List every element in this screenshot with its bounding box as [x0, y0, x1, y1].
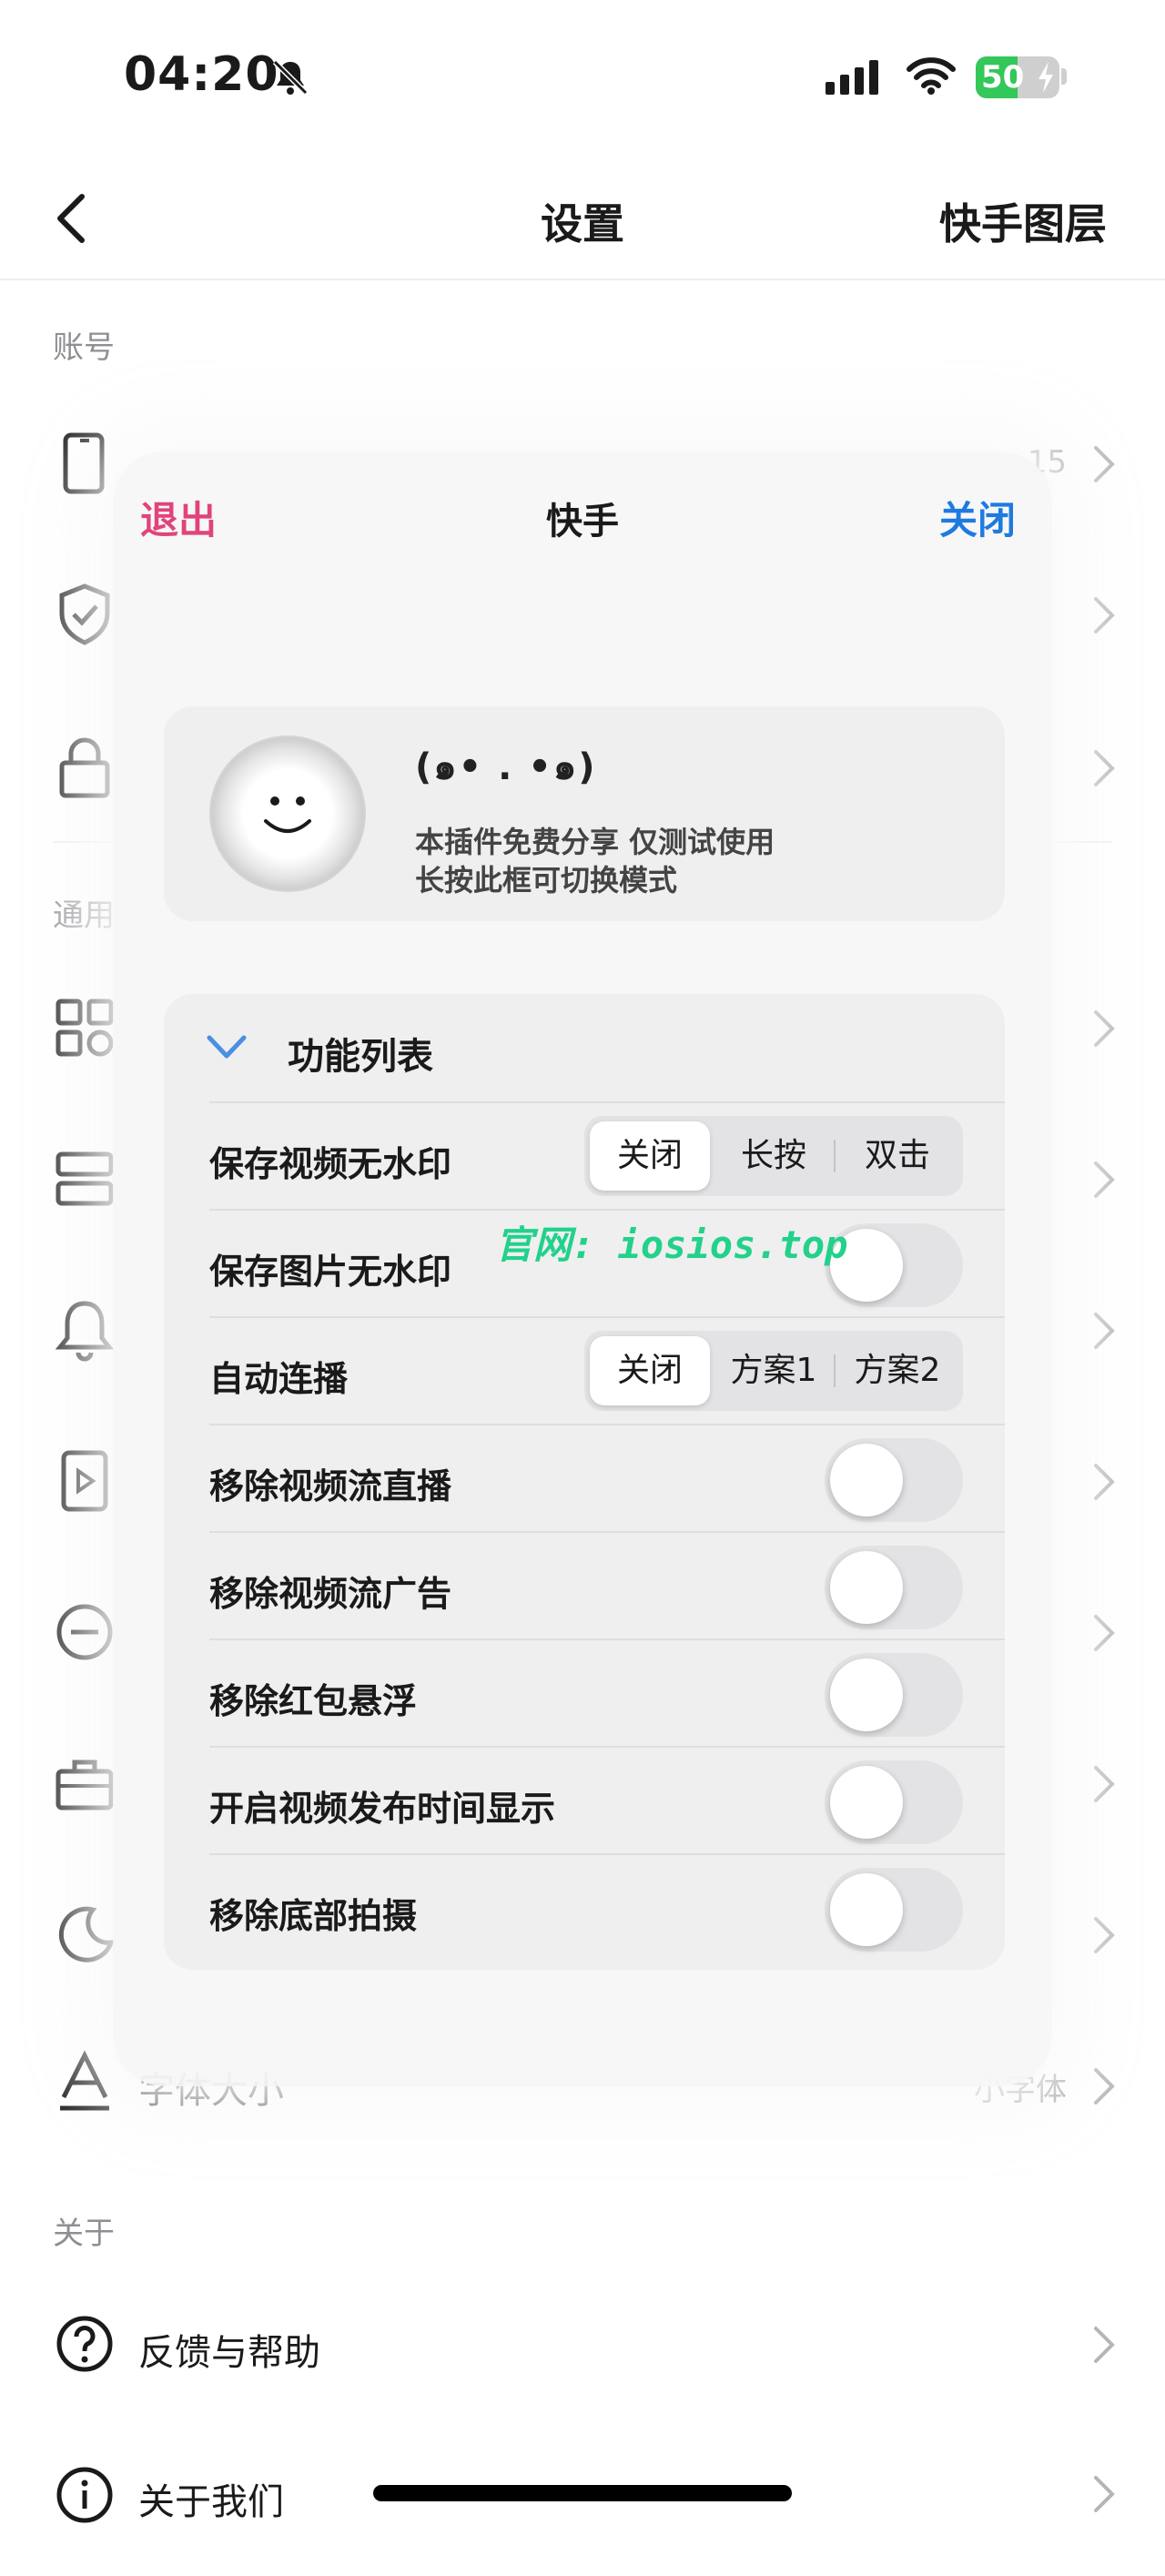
segment-separator [834, 1354, 836, 1387]
close-button[interactable]: 关闭 [939, 490, 1016, 545]
bell-icon [55, 1301, 115, 1362]
chevron-right-icon [1094, 2068, 1115, 2104]
remove-ads-toggle[interactable] [825, 1546, 963, 1629]
chevron-right-icon [1094, 2327, 1115, 2363]
feature-label: 移除视频流广告 [209, 1574, 452, 1614]
settings-row-about-us[interactable]: 关于我们 [0, 2430, 1165, 2576]
moon-icon [58, 1906, 115, 1962]
segment-separator [834, 1140, 836, 1172]
status-bar: 04:20 50 [0, 0, 1165, 155]
battery-icon: 50 [976, 56, 1059, 98]
chevron-right-icon [1094, 1010, 1115, 1047]
show-publish-time-toggle[interactable] [825, 1760, 963, 1844]
chevron-right-icon [1094, 1313, 1115, 1349]
grid-apps-icon [56, 999, 114, 1057]
segment-option[interactable]: 方案2 [837, 1336, 957, 1405]
feature-list-title: 功能列表 [288, 1036, 433, 1078]
toggle-knob [830, 1766, 903, 1839]
chevron-right-icon [1094, 1766, 1115, 1802]
segment-option[interactable]: 方案1 [714, 1336, 834, 1405]
lock-icon [59, 737, 110, 798]
nav-bar: 设置 快手图层 [0, 155, 1165, 280]
plugin-info-card[interactable]: (๑• . •๑) 本插件免费分享 仅测试使用 长按此框可切换模式 [164, 706, 1005, 921]
panel-title: 快手 [546, 501, 619, 543]
info-text-line2: 长按此框可切换模式 [415, 863, 678, 898]
remove-bottom-shoot-toggle[interactable] [825, 1868, 963, 1952]
feature-row-remove-live: 移除视频流直播 [209, 1424, 1005, 1533]
section-header-general: 通用 [53, 898, 115, 934]
feature-row-save-video: 保存视频无水印 关闭 长按 双击 [209, 1101, 1005, 1211]
kaomoji-text: (๑• . •๑) [415, 746, 597, 788]
feature-label: 自动连播 [209, 1359, 349, 1399]
briefcase-icon [56, 1760, 114, 1810]
toggle-knob [830, 1444, 903, 1516]
feature-list-header[interactable]: 功能列表 [164, 994, 1005, 1101]
chevron-right-icon [1094, 1615, 1115, 1651]
nav-right-label[interactable]: 快手图层 [939, 191, 1107, 251]
chevron-right-icon [1094, 446, 1115, 482]
section-header-about: 关于 [53, 2216, 115, 2252]
layout-rows-icon [56, 1151, 114, 1206]
status-time: 04:20 [124, 47, 279, 102]
feedback-label: 反馈与帮助 [138, 2332, 320, 2374]
phone-icon [63, 432, 105, 494]
toggle-knob [830, 1551, 903, 1624]
battery-tip [1061, 68, 1067, 85]
segment-option[interactable]: 长按 [714, 1121, 834, 1191]
remove-live-toggle[interactable] [825, 1438, 963, 1522]
feature-list-card: 功能列表 保存视频无水印 关闭 长按 双击 保存图片无水印 自动连播 关闭 方案… [164, 994, 1005, 1970]
font-size-icon [60, 2050, 109, 2111]
home-indicator [373, 2485, 792, 2501]
autoplay-mode-segmented: 关闭 方案1 方案2 [584, 1331, 963, 1411]
video-file-icon [61, 1450, 108, 1512]
save-video-mode-segmented: 关闭 长按 双击 [584, 1116, 963, 1196]
chevron-right-icon [1094, 1464, 1115, 1500]
info-text-line1: 本插件免费分享 仅测试使用 [415, 825, 775, 859]
segment-option[interactable]: 关闭 [590, 1121, 710, 1191]
smiley-face-icon [264, 796, 311, 833]
toggle-knob [830, 1873, 903, 1946]
feature-row-show-publish-time: 开启视频发布时间显示 [209, 1746, 1005, 1855]
feature-row-autoplay: 自动连播 关闭 方案1 方案2 [209, 1316, 1005, 1425]
feature-row-remove-redpacket: 移除红包悬浮 [209, 1638, 1005, 1748]
section-header-account: 账号 [53, 330, 115, 366]
about-us-label: 关于我们 [138, 2481, 284, 2523]
feature-row-remove-ads: 移除视频流广告 [209, 1531, 1005, 1640]
info-circle-icon [56, 2467, 113, 2523]
feature-label: 移除底部拍摄 [209, 1896, 418, 1936]
battery-percent: 50 [981, 59, 1025, 96]
feature-label: 保存图片无水印 [209, 1252, 452, 1292]
segment-option[interactable]: 关闭 [590, 1336, 710, 1405]
wifi-icon [907, 57, 956, 95]
shield-check-icon [59, 583, 110, 645]
minus-circle-icon [56, 1604, 113, 1660]
chevron-down-icon [207, 1035, 247, 1059]
chevron-right-icon [1094, 1917, 1115, 1953]
cellular-signal-icon [826, 60, 878, 95]
site-watermark: 官网: iosios.top [495, 1222, 848, 1267]
charging-bolt-icon [1038, 62, 1053, 93]
toggle-knob [830, 1658, 903, 1731]
chevron-right-icon [1094, 597, 1115, 634]
remove-redpacket-toggle[interactable] [825, 1653, 963, 1737]
feature-label: 移除红包悬浮 [209, 1681, 418, 1721]
chevron-right-icon [1094, 1161, 1115, 1198]
chevron-right-icon [1094, 750, 1115, 786]
feature-label: 保存视频无水印 [209, 1144, 452, 1184]
feature-row-remove-bottom-shoot: 移除底部拍摄 [209, 1853, 1005, 1962]
chevron-right-icon [1094, 2476, 1115, 2512]
avatar [209, 735, 366, 892]
segment-option[interactable]: 双击 [837, 1121, 957, 1191]
feature-label: 开启视频发布时间显示 [209, 1789, 556, 1829]
feature-label: 移除视频流直播 [209, 1466, 452, 1506]
bell-slash-icon [272, 59, 309, 96]
settings-row-feedback[interactable]: 反馈与帮助 [0, 2279, 1165, 2425]
question-circle-icon [56, 2316, 113, 2372]
